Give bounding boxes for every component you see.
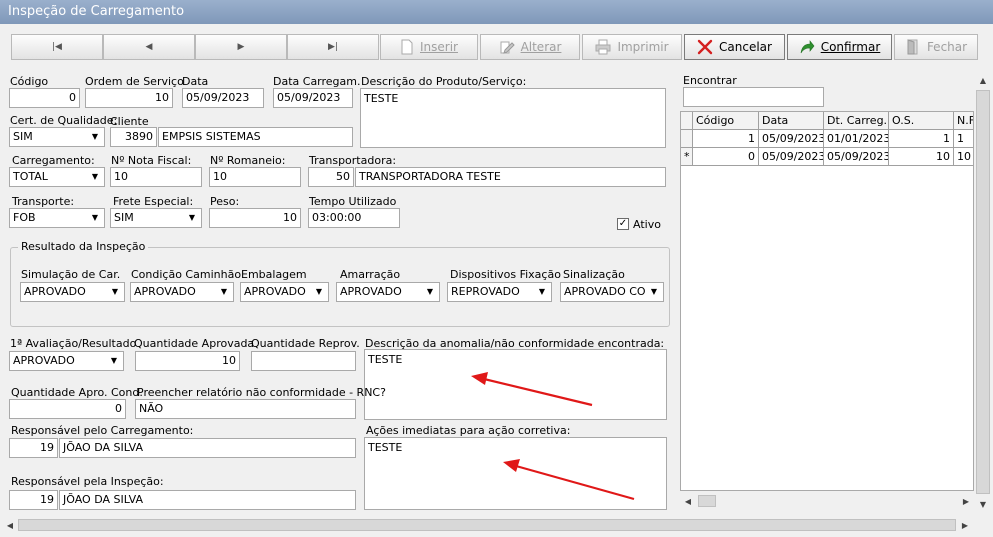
- grid-cell[interactable]: 10: [889, 148, 954, 166]
- row-indicator: [681, 130, 693, 148]
- grid-col-dt-carreg[interactable]: Dt. Carreg.: [824, 112, 889, 130]
- encontrar-label: Encontrar: [683, 74, 737, 87]
- grid-cell[interactable]: 05/09/2023: [759, 130, 824, 148]
- form-vscroll-thumb[interactable]: [976, 90, 990, 494]
- table-row[interactable]: * 0 05/09/2023 05/09/2023 10 10: [681, 148, 973, 166]
- annotation-arrow-acoes: [503, 459, 635, 501]
- grid-cell[interactable]: 0: [693, 148, 759, 166]
- form-hscroll-thumb[interactable]: [18, 519, 956, 531]
- grid-header-row: Código Data Dt. Carreg. O.S. N.F: [681, 112, 973, 130]
- grid-hscroll-thumb[interactable]: [698, 495, 716, 507]
- records-grid: Código Data Dt. Carreg. O.S. N.F 1 05/09…: [680, 111, 974, 491]
- grid-cell[interactable]: 10: [954, 148, 973, 166]
- form-vscrollbar[interactable]: ▲ ▼: [975, 72, 991, 512]
- scroll-left-icon[interactable]: ◀: [680, 493, 696, 509]
- scroll-left-icon[interactable]: ◀: [2, 517, 18, 533]
- grid-cell[interactable]: 05/09/2023: [824, 148, 889, 166]
- grid-col-os[interactable]: O.S.: [889, 112, 954, 130]
- scroll-down-icon[interactable]: ▼: [975, 496, 991, 512]
- scroll-up-icon[interactable]: ▲: [975, 72, 991, 88]
- grid-col-nf[interactable]: N.F: [954, 112, 973, 130]
- grid-cell[interactable]: 01/01/2023: [824, 130, 889, 148]
- grid-cell[interactable]: 05/09/2023: [759, 148, 824, 166]
- table-row[interactable]: 1 05/09/2023 01/01/2023 1 1: [681, 130, 973, 148]
- grid-col-codigo[interactable]: Código: [693, 112, 759, 130]
- form-hscrollbar[interactable]: ◀ ▶: [0, 517, 975, 533]
- scroll-right-icon[interactable]: ▶: [958, 493, 974, 509]
- grid-hscrollbar[interactable]: ◀ ▶: [680, 493, 974, 509]
- grid-cell[interactable]: 1: [889, 130, 954, 148]
- scroll-right-icon[interactable]: ▶: [957, 517, 973, 533]
- encontrar-input[interactable]: [683, 87, 824, 107]
- grid-header-indicator: [681, 112, 693, 130]
- grid-col-data[interactable]: Data: [759, 112, 824, 130]
- row-indicator: *: [681, 148, 693, 166]
- grid-cell[interactable]: 1: [954, 130, 973, 148]
- grid-cell[interactable]: 1: [693, 130, 759, 148]
- annotation-arrow-anomalia: [471, 372, 593, 407]
